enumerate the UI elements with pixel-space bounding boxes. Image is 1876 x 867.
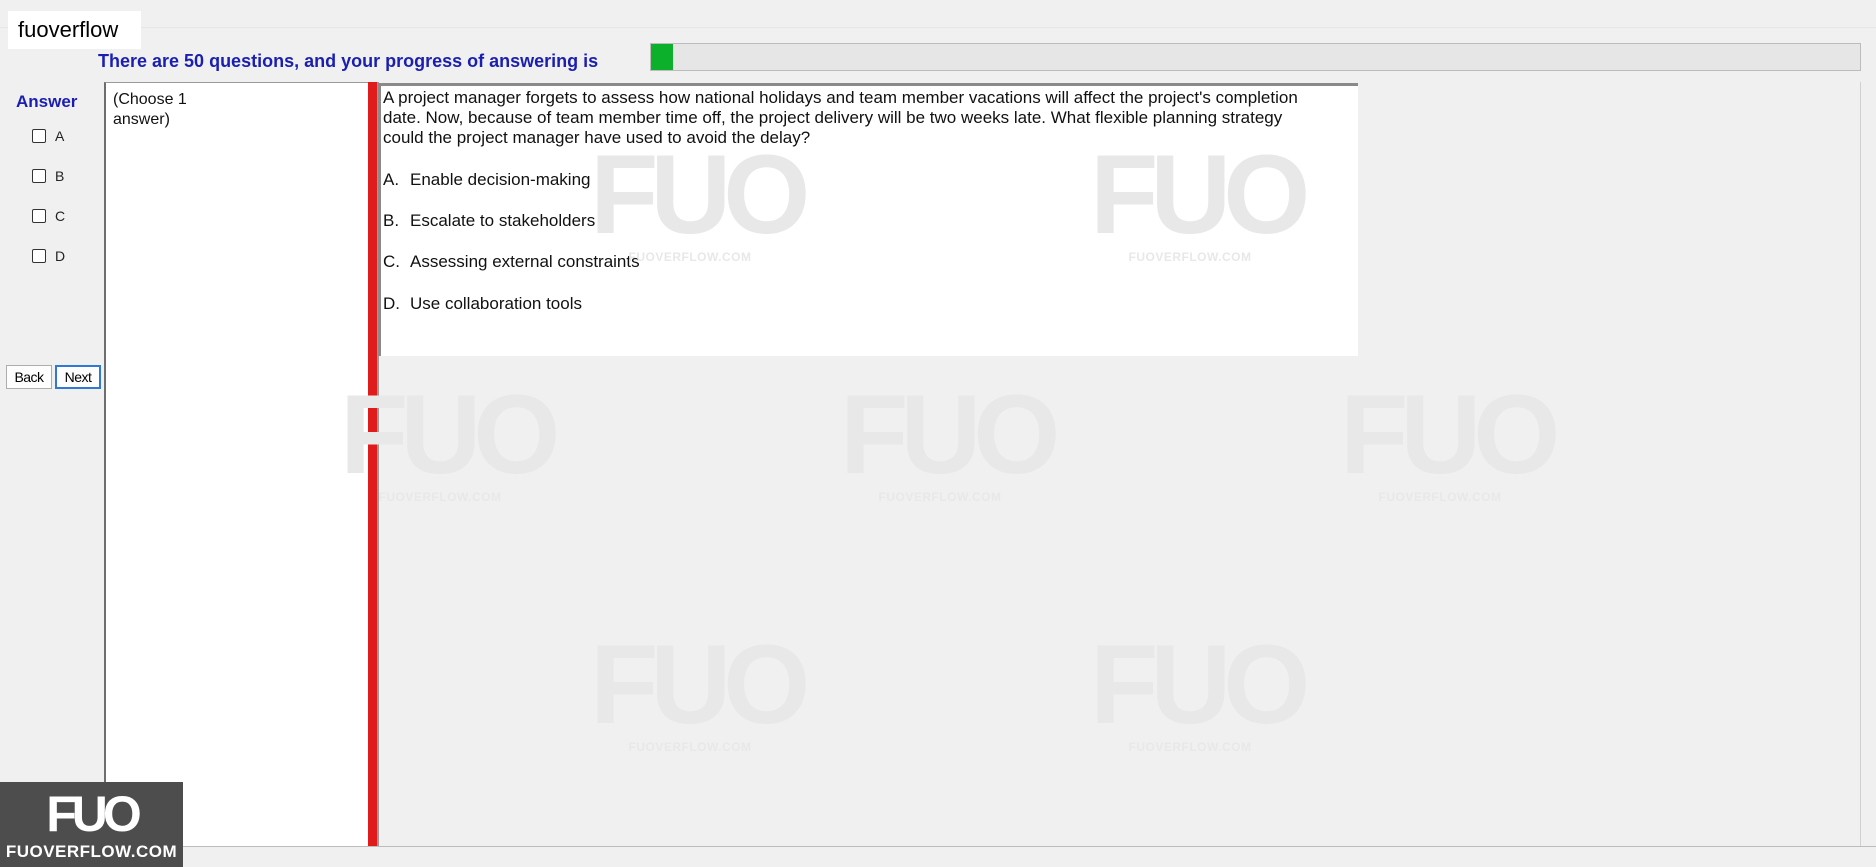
choice-letter: A. (383, 170, 400, 189)
instructions-panel (104, 82, 368, 846)
checkbox-d[interactable] (32, 249, 46, 263)
answer-option-label: C (55, 208, 66, 224)
checkbox-b[interactable] (32, 169, 46, 183)
answer-option-label: A (55, 128, 65, 144)
choice-letter: C. (383, 252, 400, 271)
watermark: FUO FUOVERFLOW.COM (1090, 622, 1310, 755)
content-right-border (1860, 82, 1861, 846)
progress-bar-fill (651, 44, 673, 70)
choose-instructions: (Choose 1 answer) (113, 91, 187, 128)
answer-option-b[interactable]: B (32, 168, 64, 184)
window-title: fuoverflow (8, 11, 141, 49)
watermark: FUO FUOVERFLOW.COM (1340, 372, 1560, 505)
fuoverflow-logo: FUO FUOVERFLOW.COM (0, 782, 183, 867)
answer-option-label: D (55, 248, 66, 264)
choice-b: B. Escalate to stakeholders (383, 211, 595, 231)
question-text: A project manager forgets to assess how … (383, 88, 1298, 147)
choice-letter: D. (383, 294, 400, 313)
answer-option-a[interactable]: A (32, 128, 64, 144)
watermark: FUO FUOVERFLOW.COM (840, 372, 1060, 505)
progress-bar (650, 43, 1861, 71)
logo-text: FUOVERFLOW.COM (5, 842, 178, 861)
choice-text: Escalate to stakeholders (410, 211, 596, 230)
checkbox-c[interactable] (32, 209, 46, 223)
panel-splitter[interactable] (368, 82, 377, 846)
watermark: FUO FUOVERFLOW.COM (590, 622, 810, 755)
answer-option-d[interactable]: D (32, 248, 65, 264)
bottom-divider (0, 846, 1876, 847)
answer-option-label: B (55, 168, 65, 184)
choice-letter: B. (383, 211, 400, 230)
choice-text: Assessing external constraints (410, 252, 640, 271)
choice-c: C. Assessing external constraints (383, 252, 640, 272)
progress-label: There are 50 questions, and your progres… (98, 51, 599, 71)
choice-a: A. Enable decision-making (383, 170, 591, 190)
title-bar-divider (0, 27, 1876, 28)
back-button[interactable]: Back (6, 365, 52, 389)
choice-text: Use collaboration tools (410, 294, 582, 313)
checkbox-a[interactable] (32, 129, 46, 143)
choice-d: D. Use collaboration tools (383, 294, 582, 314)
next-button[interactable]: Next (55, 365, 101, 389)
answer-heading: Answer (16, 92, 78, 111)
answer-option-c[interactable]: C (32, 208, 65, 224)
choice-text: Enable decision-making (410, 170, 591, 189)
logo-mark: FUO (46, 786, 142, 842)
